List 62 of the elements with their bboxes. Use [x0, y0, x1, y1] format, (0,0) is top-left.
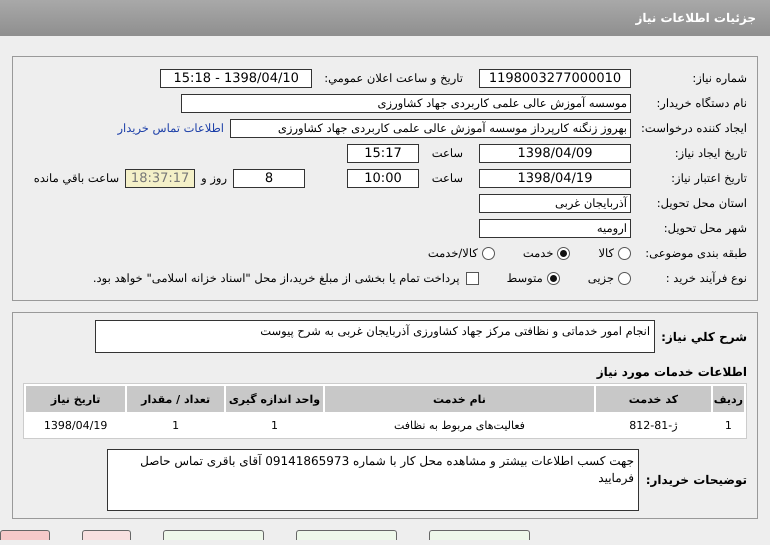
section-heading: اطلاعات خدمات مورد نیاز — [596, 365, 747, 379]
text-field[interactable]: 1398/04/10 - 15:18 — [160, 68, 312, 88]
table-cell-text: 1 — [724, 418, 733, 434]
text-field[interactable]: موسسه آموزش عالی علمی کاربردی جهاد کشاورزی — [181, 94, 631, 112]
text-field[interactable]: 15:17 — [347, 144, 419, 162]
action-button[interactable] — [0, 530, 50, 540]
radio-button[interactable] — [618, 272, 631, 284]
field-label: استان محل تحویل: — [656, 196, 747, 210]
action-button[interactable] — [296, 530, 398, 540]
field-label: ساعت — [433, 171, 463, 185]
page-title: جزئیات اطلاعات نیاز — [635, 11, 756, 25]
radio-button[interactable] — [546, 272, 560, 284]
text-field[interactable]: بهروز زنگنه کارپرداز موسسه آموزش عالی علمی کاربردی جهاد کشاورزی — [230, 118, 631, 138]
checkbox[interactable] — [466, 272, 479, 284]
section-label: توضیحات خریدار: — [647, 473, 747, 487]
field-label: نوع فرآیند خرید : — [664, 271, 747, 285]
section-label: شرح کلي نياز: — [661, 330, 747, 344]
field-label: تاریخ ایجاد نیاز: — [674, 146, 747, 160]
field-label: شهر محل تحویل: — [662, 221, 747, 235]
action-button[interactable] — [429, 530, 530, 540]
text-field[interactable]: 18:37:17 — [125, 168, 196, 188]
text-field[interactable]: 1398/04/19 — [479, 168, 631, 188]
option-label: خدمت — [522, 246, 554, 260]
table-cell-text: 1 — [171, 418, 180, 434]
notes-field[interactable]: جهت کسب اطلاعات بیشتر و مشاهده محل کار با شماره 09141865973 آقای باقری تماس حاصل فرمایید — [107, 449, 639, 511]
option-label: متوسط — [506, 271, 543, 285]
table-cell-text: 1398/04/19 — [42, 418, 108, 434]
column-header: تعداد / مقدار — [127, 386, 224, 412]
action-button[interactable] — [82, 530, 132, 540]
text-field[interactable]: آذربایجان غربی — [479, 194, 631, 212]
option-label: کالا/خدمت — [428, 246, 478, 260]
payment-note: پرداخت تمام یا بخشی از مبلغ خرید،از محل "اسناد خزانه اسلامی" خواهد بود. — [92, 271, 460, 285]
radio-button[interactable] — [618, 246, 631, 260]
field-label: نام دستگاه خریدار: — [655, 96, 747, 110]
column-header: ردیف — [712, 386, 744, 412]
text-field[interactable]: 1398/04/09 — [479, 144, 631, 162]
radio-button[interactable] — [482, 246, 495, 260]
field-label: روز و — [201, 171, 227, 185]
field-label: شماره نیاز: — [691, 71, 747, 85]
column-header: نام خدمت — [324, 386, 594, 412]
action-button[interactable] — [163, 530, 264, 540]
field-label: تاريخ و ساعت اعلان عمومي: — [324, 71, 463, 85]
field-label: طبقه بندی موضوعی: — [644, 246, 747, 260]
contact-link[interactable]: اطلاعات تماس خریدار — [117, 121, 224, 135]
field-label: ساعت — [433, 146, 463, 160]
column-header: واحد اندازه گیری — [226, 386, 323, 412]
text-field[interactable]: 1198003277000010 — [479, 68, 631, 88]
table-cell-text: ژ-81-812 — [628, 418, 679, 434]
table-cell-text: فعالیت‌های مربوط به نظافت — [392, 418, 526, 434]
text-field[interactable]: 8 — [233, 168, 305, 188]
radio-button[interactable] — [557, 246, 570, 260]
field-label: تاریخ اعتبار نیاز: — [670, 171, 747, 185]
option-label: جزیی — [588, 271, 614, 285]
description-field[interactable]: انجام امور خدماتی و نظافتی مرکز جهاد کشاورزی آذربایجان غربی به شرح پیوست — [95, 320, 656, 353]
column-header: کد خدمت — [596, 386, 711, 412]
field-label: ایجاد کننده درخواست: — [640, 121, 747, 135]
table-cell-text: 1 — [270, 418, 279, 434]
option-label: کالا — [598, 246, 614, 260]
field-label: ساعت باقي مانده — [34, 171, 120, 185]
text-field[interactable]: ارومیه — [479, 218, 631, 238]
column-header: تاریخ نیاز — [26, 386, 126, 412]
text-field[interactable]: 10:00 — [347, 168, 419, 188]
